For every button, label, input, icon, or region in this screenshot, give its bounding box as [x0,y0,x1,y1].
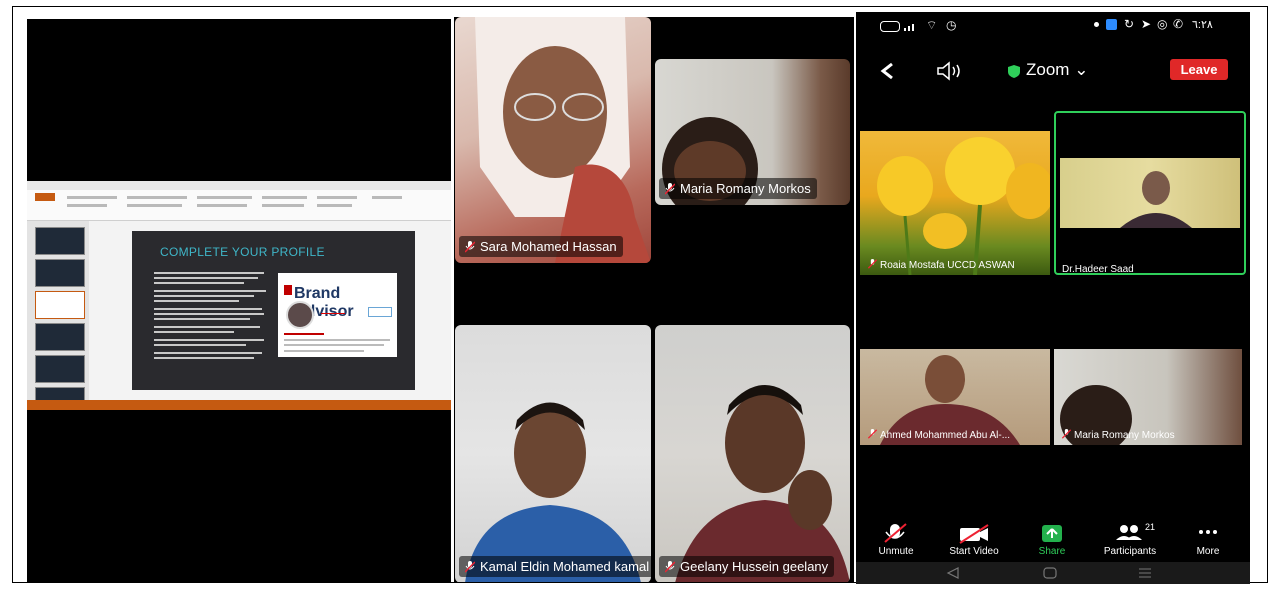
wifi-icon: ⌔ [926,18,938,32]
participants-count: 21 [1145,522,1155,532]
profile-avatar [286,301,314,329]
ppt-title-bar [27,181,451,190]
slide-thumb-selected[interactable] [35,291,85,319]
muted-mic-icon [465,561,475,573]
participant-name-label: Maria Romany Morkos [659,178,817,199]
whatsapp-icon: ✆ [1173,17,1184,31]
video-gallery: Sara Mohamed Hassan Maria Romany Morkos … [454,17,854,582]
ppt-ribbon[interactable] [27,190,451,221]
participant-name-label: Roaia Mostafa UCCD ASWAN [867,259,1015,271]
participant-name-label: Geelany Hussein geelany [659,556,835,577]
sync-icon: ↻ [1124,17,1135,31]
phone-zoom-screen: ⌔ ◷ ↻ ➤ ◎ ✆ ٦:٢٨ Zoom ⌄ Leave Roaia Most… [856,12,1250,584]
participants-icon: 21 [1116,522,1155,540]
muted-mic-icon [884,523,907,543]
video-tile-hadeer-active[interactable]: Dr.Hadeer Saad [1054,111,1246,275]
share-button[interactable]: Share [1012,522,1092,557]
dot-icon [1094,22,1099,27]
muted-mic-icon [665,183,675,195]
video-tile-sara[interactable]: Sara Mohamed Hassan [455,17,651,263]
slide-thumb[interactable] [35,323,85,351]
battery-icon [880,21,900,32]
slide-thumb[interactable] [35,259,85,287]
meeting-toolbar: Unmute Start Video Share 21 Participants… [856,520,1250,562]
home-icon[interactable] [1043,567,1057,579]
participant-video [675,385,850,582]
slide-thumbnails[interactable] [27,221,89,401]
status-time: ٦:٢٨ [1192,19,1213,31]
video-off-icon [959,524,989,544]
muted-mic-icon [465,241,475,253]
recents-icon[interactable] [1138,567,1152,579]
brand-advisor-card: Brand Advisor [278,273,397,357]
status-bar: ⌔ ◷ ↻ ➤ ◎ ✆ ٦:٢٨ [856,12,1250,40]
participant-name-label: Dr.Hadeer Saad [1062,264,1134,275]
slide-thumb[interactable] [35,387,85,401]
slide-bullets [154,269,272,362]
meeting-title[interactable]: Zoom ⌄ [1026,60,1088,80]
slide-title: COMPLETE YOUR PROFILE [160,245,325,259]
current-slide: COMPLETE YOUR PROFILE Brand Advisor [132,231,415,390]
video-tile-maria[interactable]: Maria Romany Morkos [655,59,850,205]
video-tile-ahmed[interactable]: Ahmed Mohammed Abu Al-... [860,349,1050,445]
android-nav-bar [856,562,1250,584]
telegram-icon: ➤ [1141,17,1152,31]
participant-video [877,137,1050,275]
unmute-button[interactable]: Unmute [856,522,936,557]
powerpoint-window: COMPLETE YOUR PROFILE Brand Advisor [27,181,451,410]
participant-name-label: Kamal Eldin Mohamed kamal [459,556,651,577]
slide-thumb[interactable] [35,355,85,383]
zoom-app-icon [1106,19,1117,30]
share-icon [1042,525,1062,542]
more-dots-icon [1199,530,1217,534]
ppt-status-bar [27,400,451,410]
participants-button[interactable]: 21 Participants [1090,522,1170,557]
more-button[interactable]: More [1168,522,1248,557]
video-tile-geelany[interactable]: Geelany Hussein geelany [655,325,850,582]
meeting-top-bar: Zoom ⌄ Leave [856,56,1250,86]
participant-name-label: Maria Romany Morkos [1061,429,1175,441]
signal-icon [904,23,918,31]
messenger-icon: ◎ [1157,17,1168,31]
muted-mic-icon [1061,429,1072,439]
back-triangle-icon[interactable] [946,567,960,579]
video-tile-kamal[interactable]: Kamal Eldin Mohamed kamal [455,325,651,582]
participant-video [465,402,641,582]
video-tile-roaia[interactable]: Roaia Mostafa UCCD ASWAN [860,131,1050,275]
chevron-down-icon: ⌄ [1074,60,1089,79]
muted-mic-icon [665,561,675,573]
speaker-icon[interactable] [936,61,964,81]
shield-icon [1008,65,1020,78]
back-chevron-icon[interactable] [880,62,894,80]
participant-name-label: Ahmed Mohammed Abu Al-... [867,429,1010,441]
presentation-panel: COMPLETE YOUR PROFILE Brand Advisor [27,19,451,582]
muted-mic-icon [867,429,878,439]
start-video-button[interactable]: Start Video [934,522,1014,557]
video-tile-maria-phone[interactable]: Maria Romany Morkos [1054,349,1242,445]
participant-name-label: Sara Mohamed Hassan [459,236,623,257]
participant-video [1060,158,1240,228]
participant-video [475,17,651,263]
leave-button[interactable]: Leave [1170,59,1228,80]
muted-mic-icon [867,259,878,269]
slide-thumb[interactable] [35,227,85,255]
red-arrow [321,313,345,314]
alarm-icon: ◷ [946,18,957,32]
